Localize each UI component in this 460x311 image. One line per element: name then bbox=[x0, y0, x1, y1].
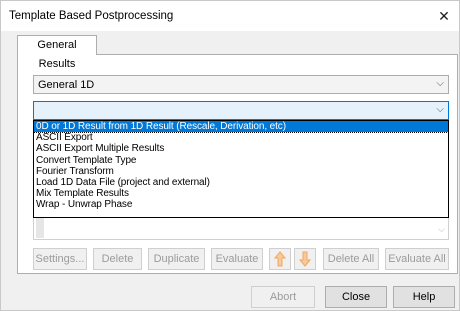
evaluate-all-button[interactable]: Evaluate All bbox=[385, 248, 449, 270]
arrow-down-icon bbox=[298, 251, 312, 270]
chevron-down-icon: ⌵ bbox=[436, 104, 444, 115]
template-results-list[interactable]: ⌵ bbox=[33, 218, 449, 240]
dropdown-item[interactable]: Wrap - Unwrap Phase bbox=[34, 199, 448, 210]
duplicate-button[interactable]: Duplicate bbox=[148, 248, 205, 270]
evaluate-button[interactable]: Evaluate bbox=[211, 248, 263, 270]
arrow-up-icon bbox=[273, 251, 287, 270]
dropdown-item[interactable]: ASCII Export Multiple Results bbox=[34, 143, 448, 154]
tab-general-results[interactable]: General Results bbox=[17, 35, 97, 70]
delete-button[interactable]: Delete bbox=[93, 248, 142, 270]
scroll-down-icon[interactable]: ⌵ bbox=[438, 224, 445, 235]
dialog-window: Template Based Postprocessing ✕ General … bbox=[0, 0, 460, 311]
chevron-down-icon: ⌵ bbox=[436, 78, 444, 89]
window-title: Template Based Postprocessing bbox=[9, 10, 174, 22]
template-combobox[interactable]: ⌵ bbox=[33, 101, 449, 120]
list-edge bbox=[36, 218, 44, 238]
dropdown-item[interactable]: 0D or 1D Result from 1D Result (Rescale,… bbox=[33, 119, 449, 134]
abort-button[interactable]: Abort bbox=[251, 286, 315, 308]
delete-all-button[interactable]: Delete All bbox=[323, 248, 379, 270]
dropdown-item[interactable]: ASCII Export bbox=[34, 132, 448, 143]
dropdown-item[interactable]: Fourier Transform bbox=[34, 166, 448, 177]
template-dropdown-list[interactable]: 0D or 1D Result from 1D Result (Rescale,… bbox=[33, 119, 449, 218]
close-icon[interactable]: ✕ bbox=[433, 5, 455, 27]
move-down-button[interactable] bbox=[294, 248, 316, 270]
title-bar: Template Based Postprocessing ✕ bbox=[1, 1, 459, 31]
category-combobox-value: General 1D bbox=[38, 79, 95, 91]
category-combobox[interactable]: General 1D ⌵ bbox=[33, 75, 449, 94]
move-up-button[interactable] bbox=[269, 248, 291, 270]
dropdown-item[interactable]: Load 1D Data File (project and external) bbox=[34, 177, 448, 188]
dropdown-item[interactable]: Mix Template Results bbox=[34, 188, 448, 199]
help-button[interactable]: Help bbox=[393, 286, 455, 308]
close-button[interactable]: Close bbox=[325, 286, 387, 308]
settings-button[interactable]: Settings... bbox=[33, 248, 87, 270]
dropdown-item[interactable]: Convert Template Type bbox=[34, 155, 448, 166]
